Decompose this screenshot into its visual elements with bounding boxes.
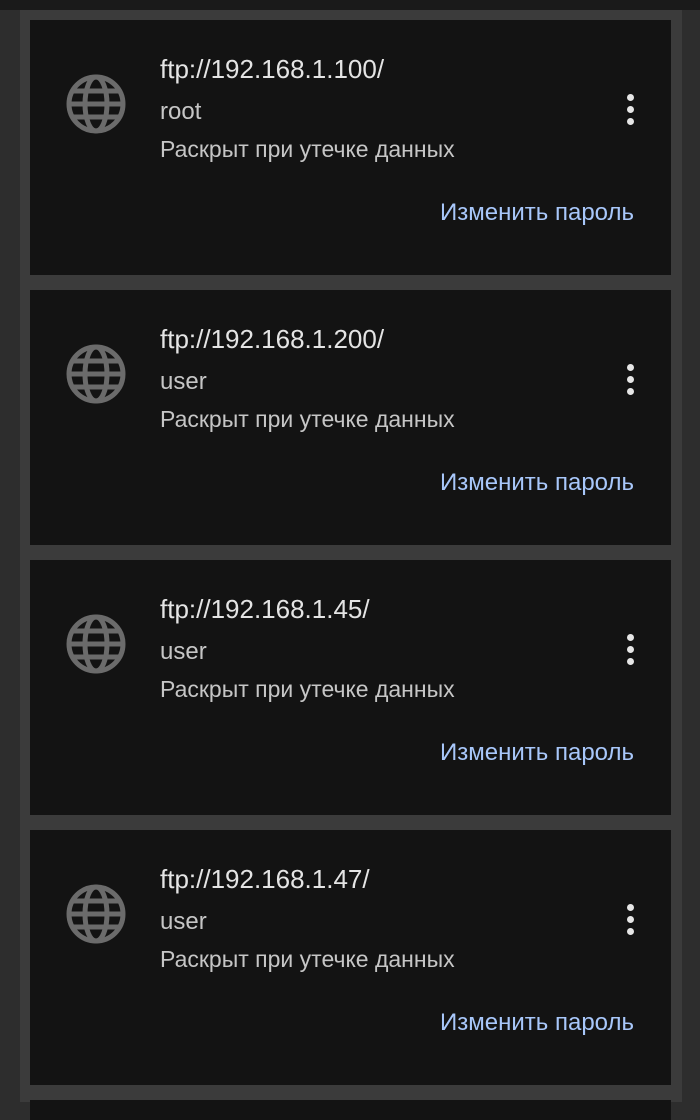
more-vert-icon[interactable]	[618, 92, 644, 128]
username: user	[160, 638, 207, 665]
breach-status: Раскрыт при утечке данных	[160, 946, 455, 972]
username: user	[160, 908, 207, 935]
username: root	[160, 98, 202, 125]
change-password-button[interactable]: Изменить пароль	[398, 728, 634, 778]
more-vert-icon[interactable]	[618, 362, 644, 398]
credential-card: ftp://192.168.1.47/ user Раскрыт при уте…	[30, 830, 671, 1085]
more-vert-icon[interactable]	[618, 632, 644, 668]
globe-icon	[65, 613, 127, 675]
top-edge	[0, 0, 700, 10]
site-url: ftp://192.168.1.47/	[160, 864, 370, 894]
globe-icon	[65, 883, 127, 945]
change-password-button[interactable]: Изменить пароль	[398, 458, 634, 508]
globe-icon	[65, 73, 127, 135]
breach-status: Раскрыт при утечке данных	[160, 676, 455, 702]
site-url: ftp://192.168.1.100/	[160, 54, 385, 84]
change-password-button[interactable]: Изменить пароль	[398, 998, 634, 1048]
breach-status: Раскрыт при утечке данных	[160, 406, 455, 432]
credential-card-partial	[30, 1100, 671, 1120]
compromised-passwords-list: ftp://192.168.1.100/ root Раскрыт при ут…	[20, 10, 682, 1120]
credential-card: ftp://192.168.1.100/ root Раскрыт при ут…	[30, 20, 671, 275]
more-vert-icon[interactable]	[618, 902, 644, 938]
site-url: ftp://192.168.1.45/	[160, 594, 370, 624]
credential-card: ftp://192.168.1.45/ user Раскрыт при уте…	[30, 560, 671, 815]
credential-card: ftp://192.168.1.200/ user Раскрыт при ут…	[30, 290, 671, 545]
change-password-button[interactable]: Изменить пароль	[398, 188, 634, 238]
site-url: ftp://192.168.1.200/	[160, 324, 385, 354]
breach-status: Раскрыт при утечке данных	[160, 136, 455, 162]
username: user	[160, 368, 207, 395]
globe-icon	[65, 343, 127, 405]
